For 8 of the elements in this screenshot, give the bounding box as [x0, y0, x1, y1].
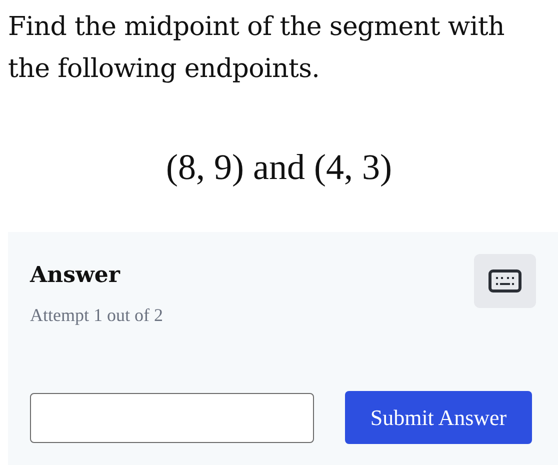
- attempt-text: Attempt 1 out of 2: [30, 304, 163, 328]
- submit-button[interactable]: Submit Answer: [345, 391, 532, 444]
- keyboard-icon: [488, 269, 522, 293]
- answer-field[interactable]: [30, 392, 314, 443]
- math-expression: (8, 9) and (4, 3): [166, 147, 392, 187]
- question-text: Find the midpoint of the segment with the following endpoints.: [7, 11, 506, 86]
- keyboard-button[interactable]: [474, 254, 536, 308]
- answer-heading: Answer: [30, 262, 122, 288]
